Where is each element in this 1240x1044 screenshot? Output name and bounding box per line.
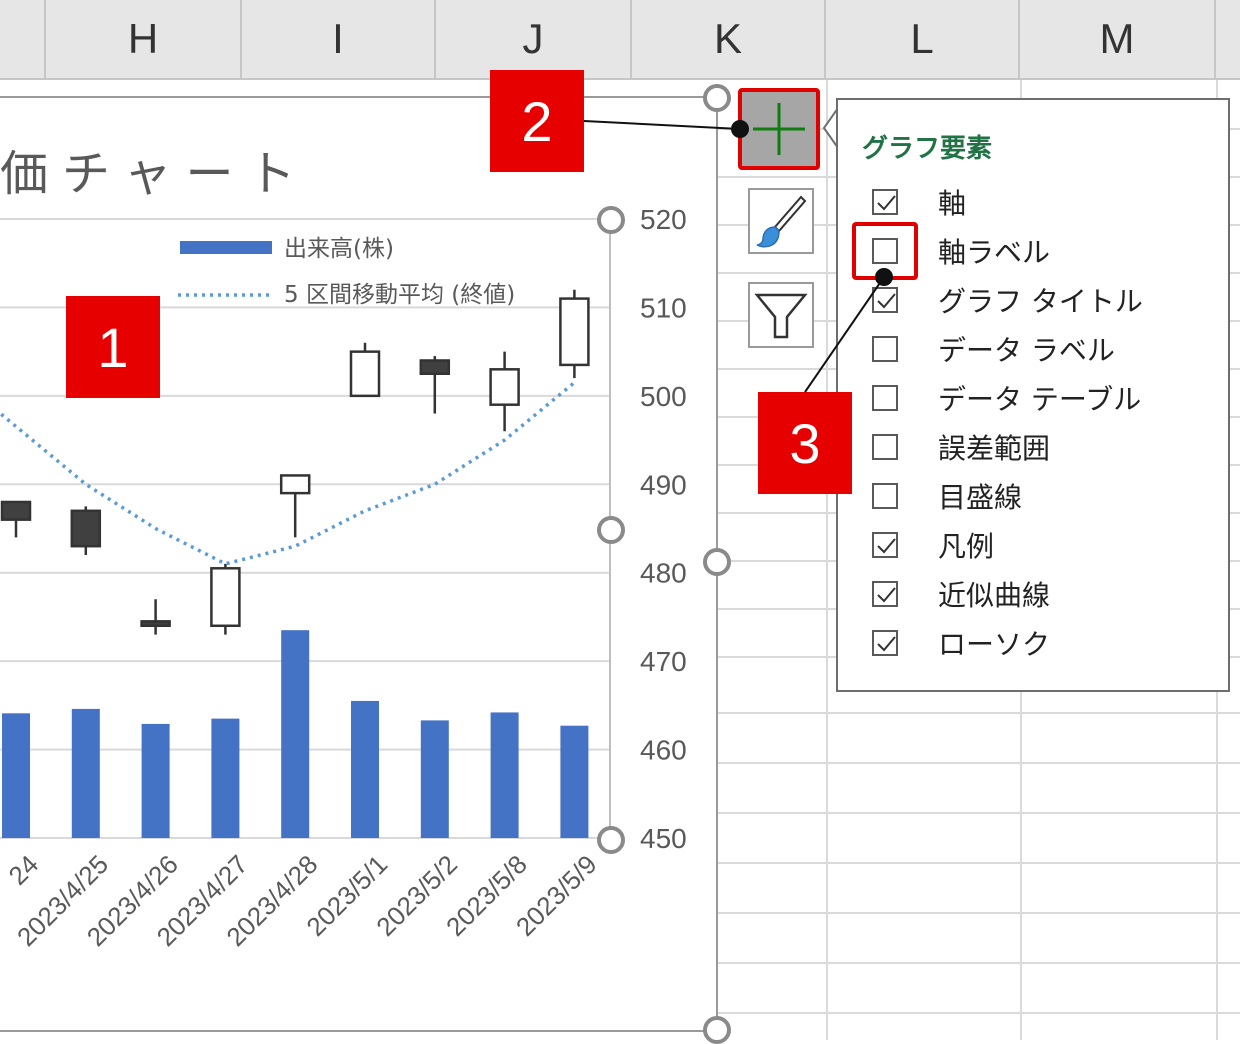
chart-filters-button[interactable] (748, 282, 814, 348)
chart-element-label: 軸ラベル (938, 236, 1051, 269)
chart-element-item[interactable]: 誤差範囲 (872, 427, 1050, 467)
y-tick-label: 450 (640, 823, 687, 854)
checkbox[interactable] (872, 483, 898, 509)
chart-element-label: 軸 (938, 187, 967, 220)
checkbox[interactable] (872, 532, 898, 558)
legend-label: 出来高(株) (284, 236, 394, 262)
candle-body (559, 297, 590, 367)
y-tick-label: 460 (640, 735, 687, 766)
candle-body (210, 567, 241, 628)
candle-body (419, 359, 451, 376)
chart-element-label: ローソク (938, 628, 1051, 661)
checkbox[interactable] (872, 434, 898, 460)
plot-area-handle-top-right[interactable] (597, 206, 625, 234)
volume-bar (71, 708, 100, 838)
candle-body (0, 500, 32, 521)
candle-body (70, 509, 102, 548)
volume-bar (141, 723, 170, 838)
legend-label: 5 区間移動平均 (終値) (284, 282, 515, 308)
candle-body (489, 368, 520, 406)
step-badge-1: 1 (66, 296, 160, 398)
checkmark-icon (877, 195, 896, 211)
chart-element-label: データ ラベル (938, 334, 1115, 367)
checkbox[interactable] (872, 287, 898, 313)
checkbox[interactable] (872, 581, 898, 607)
chart-element-item[interactable]: グラフ タイトル (872, 280, 1143, 320)
chart-element-label: 凡例 (938, 530, 995, 563)
volume-bar (351, 700, 379, 838)
plot-area-handle-bottom-right[interactable] (597, 826, 625, 854)
brush-icon (756, 195, 807, 248)
volume-bar (281, 630, 310, 838)
axis-label-checkbox-highlight (852, 222, 918, 280)
resize-handle-right[interactable] (703, 548, 731, 576)
checkmark-icon (877, 293, 896, 309)
y-tick-label: 510 (640, 292, 687, 323)
chart-element-item[interactable]: 軸 (872, 182, 966, 222)
chart-element-label: 目盛線 (938, 481, 1023, 514)
y-tick-label: 500 (640, 381, 687, 412)
step-badge-2: 2 (490, 70, 584, 172)
chart-element-label: 近似曲線 (938, 579, 1051, 612)
filter-icon (754, 293, 808, 339)
volume-bar (560, 725, 589, 838)
candle-body (140, 620, 171, 628)
chart-element-item[interactable]: 凡例 (872, 525, 994, 565)
chart-element-item[interactable]: データ テーブル (872, 378, 1141, 418)
step-badge-3: 3 (758, 392, 852, 494)
chart-element-item[interactable]: 近似曲線 (872, 574, 1050, 614)
candle-body (349, 350, 381, 398)
chart-styles-button[interactable] (748, 188, 814, 254)
chart-element-label: 誤差範囲 (938, 432, 1051, 465)
volume-bar (490, 712, 519, 838)
resize-handle-top-right[interactable] (703, 84, 731, 112)
y-tick-label: 480 (640, 558, 687, 589)
chart-element-label: グラフ タイトル (938, 285, 1143, 318)
checkbox[interactable] (872, 189, 898, 215)
chart-elements-panel: グラフ要素 軸軸ラベルグラフ タイトル データ ラベル データ テーブル 誤差範囲目盛… (836, 98, 1230, 692)
plot-area-handle-right[interactable] (597, 516, 625, 544)
checkbox[interactable] (872, 630, 898, 656)
panel-title: グラフ要素 (862, 134, 993, 164)
chart-element-item[interactable]: ローソク (872, 623, 1050, 663)
volume-bar (211, 718, 240, 838)
legend-swatch-volume (180, 241, 272, 254)
checkmark-icon (877, 587, 896, 603)
volume-bar (420, 720, 449, 838)
checkmark-icon (877, 538, 896, 554)
plus-icon (753, 103, 805, 155)
y-tick-label: 470 (640, 646, 687, 677)
chart-element-item[interactable]: データ ラベル (872, 329, 1115, 369)
y-tick-label: 520 (640, 204, 687, 235)
checkbox[interactable] (872, 385, 898, 411)
checkmark-icon (877, 636, 896, 652)
y-tick-label: 490 (640, 469, 687, 500)
chart-element-label: データ テーブル (938, 383, 1142, 416)
x-tick-label: 24 (3, 849, 45, 891)
checkbox[interactable] (872, 336, 898, 362)
volume-bar (2, 713, 30, 838)
chart-elements-button[interactable] (738, 88, 820, 170)
chart-element-item[interactable]: 目盛線 (872, 476, 1022, 516)
candle-body (279, 474, 311, 495)
